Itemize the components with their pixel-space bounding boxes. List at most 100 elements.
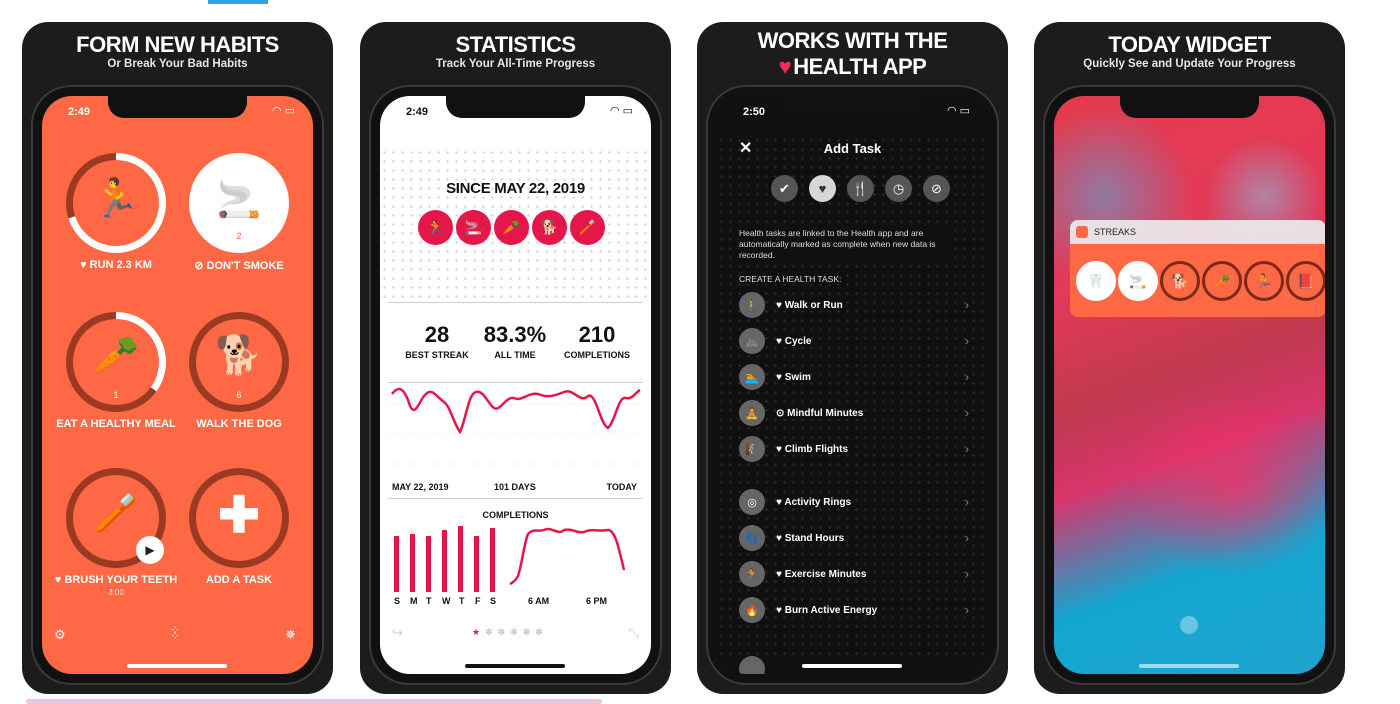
settings-gear-icon[interactable]: ⚙	[54, 627, 66, 643]
home-indicator[interactable]	[465, 664, 565, 668]
health-task-row[interactable]: 👣 ♥ Stand Hours ›	[739, 525, 969, 553]
flashlight-icon[interactable]	[1180, 616, 1198, 634]
star-icon[interactable]: ✵	[285, 627, 296, 643]
dog-icon: 🐕	[215, 335, 263, 377]
health-task-row[interactable]: 🏃 ♥ Exercise Minutes ›	[739, 561, 969, 589]
row-label: Cycle	[784, 336, 812, 347]
health-task-row[interactable]: 🧗 ♥ Climb Flights ›	[739, 436, 969, 464]
weekday-bar-t	[426, 536, 431, 592]
ban-icon[interactable]: ⊘	[923, 175, 950, 202]
cigarette-icon[interactable]: 🚬	[1118, 261, 1158, 301]
pager-dot-icon[interactable]: ✽	[498, 627, 506, 638]
home-indicator[interactable]	[802, 664, 902, 668]
chevron-right-icon: ›	[965, 442, 969, 456]
clock-icon[interactable]: ◷	[885, 175, 912, 202]
cigarette-badge-icon[interactable]: 🚬	[456, 210, 491, 245]
flame-icon: 🔥	[739, 597, 765, 623]
line-axis-middle: 101 DAYS	[494, 482, 536, 492]
health-task-row[interactable]: ◎ ♥ Activity Rings ›	[739, 489, 969, 517]
panel-title-line1: WORKS WITH THE	[757, 28, 948, 53]
carrot-icon[interactable]: 🥕	[1202, 261, 1242, 301]
timer-play-button[interactable]: ▶	[136, 536, 164, 564]
heart-icon[interactable]: ♥	[809, 175, 836, 202]
home-screen-wallpaper: STREAKS 🦷 🚬 🐕 🥕 🏃 📕	[1054, 96, 1325, 674]
weekday-bar-s	[394, 536, 399, 592]
stat-value: 210	[578, 322, 616, 347]
stat-best-streak: 28 BEST STREAK	[392, 322, 482, 360]
grid-dots-icon[interactable]: ⁘ ⁘	[170, 624, 180, 642]
wifi-battery-icon: ◠ ▭	[609, 105, 633, 117]
panel-subtitle: Quickly See and Update Your Progress	[1083, 58, 1296, 70]
carrot-badge-icon[interactable]: 🥕	[494, 210, 529, 245]
day-label: S	[490, 596, 497, 606]
wifi-battery-icon: ◠ ▭	[946, 105, 970, 117]
pager-star-icon[interactable]: ★	[472, 627, 480, 638]
time-label: 6 AM	[528, 596, 550, 606]
day-label: T	[459, 596, 465, 606]
home-indicator[interactable]	[1139, 664, 1239, 668]
day-label: F	[475, 596, 481, 606]
heart-icon: ♥	[80, 259, 90, 271]
page-indicator[interactable]: ★ ✽ ✽ ✽ ✽ ✽	[472, 627, 543, 638]
health-task-row[interactable]: 🔥 ♥ Burn Active Energy ›	[739, 597, 969, 625]
dog-icon[interactable]: 🐕	[1160, 261, 1200, 301]
habit-label: ADD A TASK	[205, 574, 273, 586]
climb-icon: 🧗	[739, 436, 765, 462]
book-icon[interactable]: 📕	[1286, 261, 1325, 301]
pager-dot-icon[interactable]: ✽	[510, 627, 518, 638]
runner-icon[interactable]: 🏃	[1244, 261, 1284, 301]
dog-badge-icon[interactable]: 🐕	[532, 210, 567, 245]
weekday-bar-f	[474, 536, 479, 592]
stat-value: 83.3%	[483, 322, 547, 347]
habit-label: DON'T SMOKE	[206, 260, 284, 272]
heart-icon: ♥	[776, 372, 782, 383]
stat-all-time: 83.3% ALL TIME	[470, 322, 560, 360]
share-icon[interactable]: ↪	[392, 625, 403, 641]
collapse-icon[interactable]: ⤡	[629, 625, 639, 641]
pager-dot-icon[interactable]: ✽	[485, 627, 493, 638]
phone-frame: 2:50 ◠ ▭ ✕ Add Task ✔ ♥ 🍴 ◷ ⊘ Health tas…	[706, 85, 999, 685]
checkmark-icon[interactable]: ✔	[771, 175, 798, 202]
line-axis-start: MAY 22, 2019	[392, 482, 449, 492]
panel-subtitle: Track Your All-Time Progress	[435, 58, 596, 70]
health-task-row[interactable]: 🏊 ♥ Swim ›	[739, 364, 969, 392]
streaks-app-icon	[1076, 226, 1088, 238]
tooth-icon[interactable]: 🦷	[1076, 261, 1116, 301]
health-task-row[interactable]: 🚶 ♥ Walk or Run ›	[739, 292, 969, 320]
streak-line-chart	[388, 387, 643, 465]
phone-notch	[108, 96, 247, 118]
section-header: CREATE A HEALTH TASK:	[739, 274, 842, 284]
cycle-icon: 🚲	[739, 328, 765, 354]
footprints-icon: 👣	[739, 525, 765, 551]
status-time: 2:49	[406, 106, 429, 118]
activity-rings-icon: ◎	[739, 489, 765, 515]
health-task-row[interactable]: 🚲 ♥ Cycle ›	[739, 328, 969, 356]
weekday-bar-w	[442, 530, 447, 592]
day-label: M	[410, 596, 418, 606]
stat-value: 28	[424, 322, 450, 347]
pager-dot-icon[interactable]: ✽	[523, 627, 531, 638]
timer-duration: 3:00	[108, 588, 124, 597]
row-label: Stand Hours	[784, 533, 845, 544]
streaks-widget[interactable]: STREAKS 🦷 🚬 🐕 🥕 🏃 📕	[1070, 220, 1325, 317]
toothbrush-badge-icon[interactable]: 🪥	[570, 210, 605, 245]
completions-title: COMPLETIONS	[482, 510, 549, 520]
habit-badges: 🏃 🚬 🥕 🐕 🪥	[418, 210, 605, 245]
row-label: Climb Flights	[784, 444, 849, 455]
row-label: Swim	[784, 372, 811, 383]
runner-badge-icon[interactable]: 🏃	[418, 210, 453, 245]
wallpaper-shape	[1124, 396, 1325, 576]
heart-icon: ♥	[54, 574, 65, 586]
chevron-right-icon: ›	[965, 531, 969, 545]
home-indicator[interactable]	[127, 664, 227, 668]
fork-knife-icon[interactable]: 🍴	[847, 175, 874, 202]
toothbrush-icon: 🪥	[93, 492, 139, 533]
stat-label: COMPLETIONS	[563, 350, 630, 360]
app-store-screenshots: FORM NEW HABITS Or Break Your Bad Habits…	[0, 0, 1400, 704]
row-label: Mindful Minutes	[787, 408, 864, 419]
statistics-screen: 2:49 ◠ ▭ SINCE MAY 22, 2019 🏃 🚬 🥕 🐕 🪥 28…	[380, 96, 651, 674]
pager-dot-icon[interactable]: ✽	[535, 627, 543, 638]
next-row-icon[interactable]	[739, 656, 765, 674]
health-task-row[interactable]: 🧘 ⊙ Mindful Minutes ›	[739, 400, 969, 428]
divider	[388, 382, 643, 383]
